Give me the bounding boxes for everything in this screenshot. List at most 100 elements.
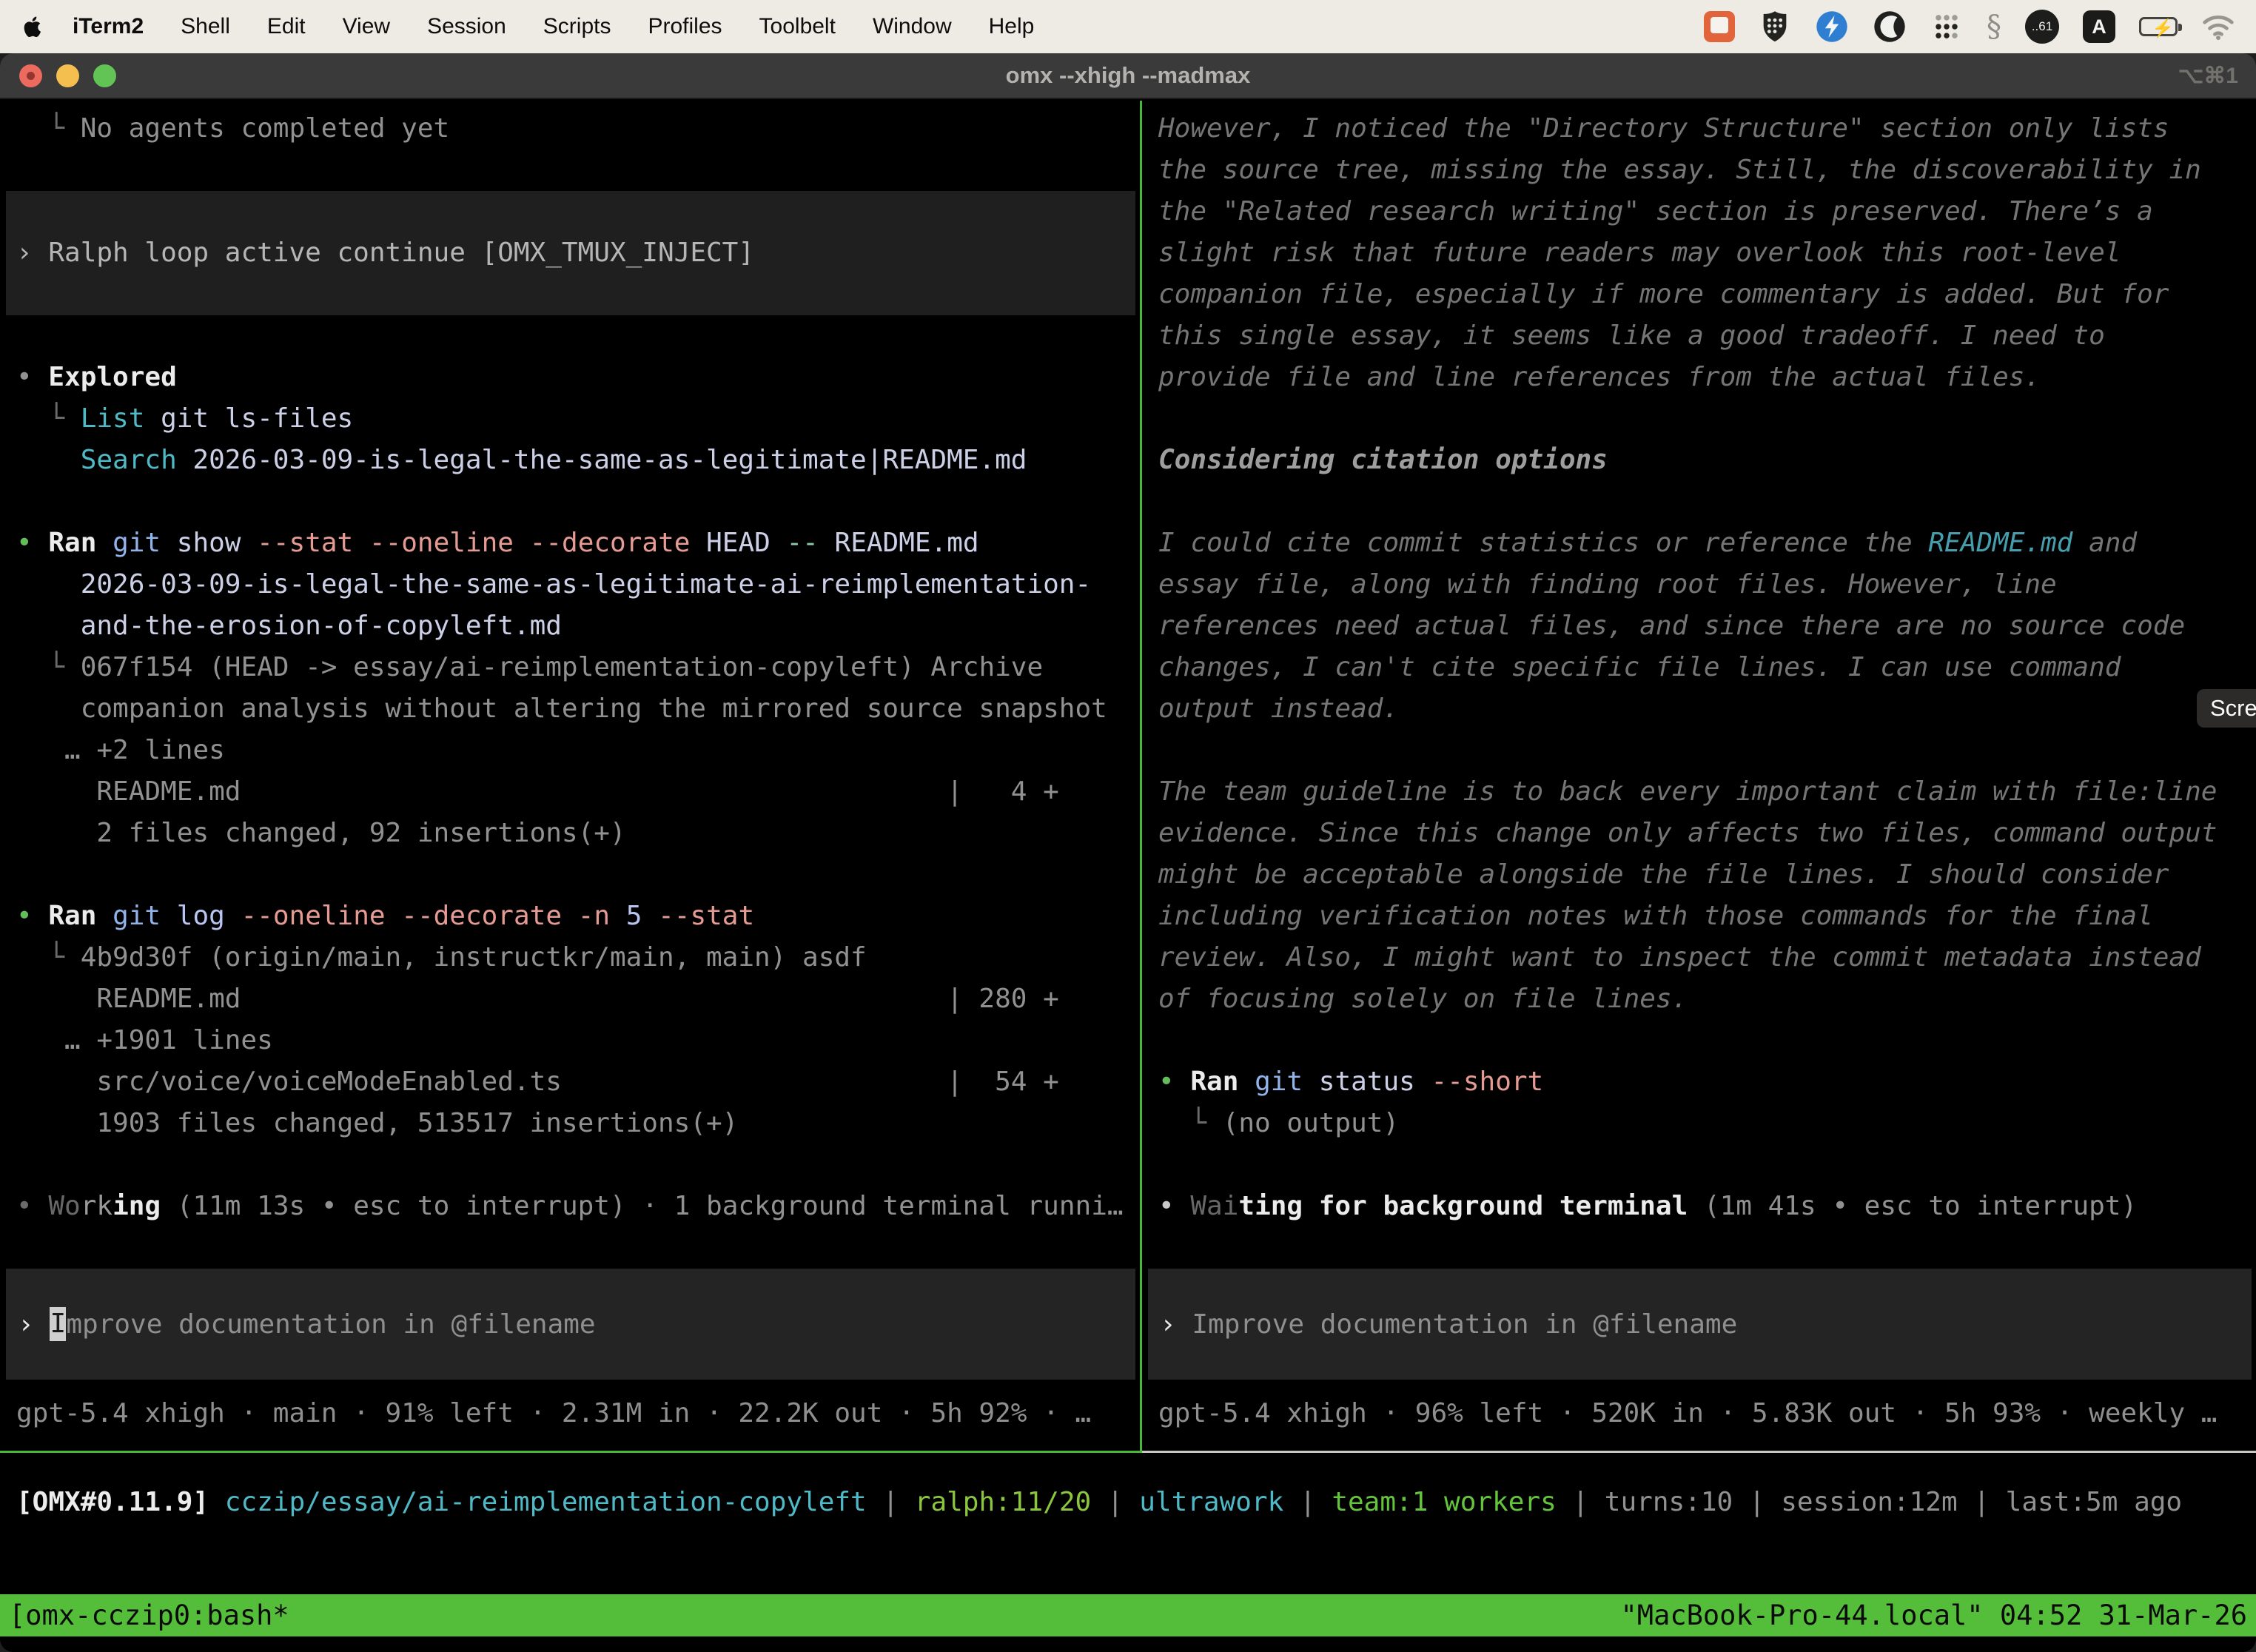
text-segment: log [161, 901, 225, 931]
prompt-input-left[interactable]: › Improve documentation in @filename [6, 1269, 1135, 1380]
omx-worktree-path: cczip/essay/ai-reimplementation-copyleft [225, 1487, 867, 1517]
text-segment: └ [16, 942, 81, 973]
moon-app-icon[interactable] [1873, 10, 1907, 44]
text-segment: README.md [1928, 528, 2072, 558]
waiting-status: • Waiting for background terminal (1m 41… [1142, 1186, 2256, 1227]
elided-lines: … +1901 lines [0, 1020, 1140, 1061]
apple-menu-icon[interactable] [21, 12, 50, 41]
omx-version: [OMX#0.11.9] [16, 1487, 209, 1517]
transcript-left-top: └ No agents completed yet [0, 108, 1140, 191]
text-segment [642, 901, 658, 931]
text-segment: --oneline [369, 528, 514, 558]
diffstat-summary: 2 files changed, 92 insertions(+) [0, 813, 1140, 854]
diffstat-line: README.md | 4 + [0, 771, 1140, 813]
omx-last-activity: last:5m ago [2006, 1487, 2182, 1517]
text-segment: README.md [819, 528, 979, 558]
text-segment: (1m 41s • esc to interrupt) [1688, 1191, 2137, 1221]
text-segment: --stat [257, 528, 353, 558]
screen-share-overlay-button[interactable]: Scre [2197, 689, 2256, 728]
text-segment: (no output) [1223, 1108, 1399, 1138]
macos-menu-bar: iTerm2 Shell Edit View Session Scripts P… [0, 0, 2256, 53]
text-segment: 4b9d30f (origin/main, instructkr/main, m… [81, 942, 867, 973]
menu-item-iterm2[interactable]: iTerm2 [73, 14, 144, 39]
text-segment: Ralph loop active continue [OMX_TMUX_INJ… [48, 238, 754, 268]
shield-app-icon[interactable] [1759, 10, 1791, 44]
chat-app-icon[interactable] [1704, 11, 1735, 42]
minimize-button[interactable] [56, 64, 79, 87]
battery-icon[interactable]: ⚡ [2139, 10, 2178, 44]
thinking-heading: Considering citation options [1142, 440, 2256, 481]
text-segment: including verification notes with those … [1158, 901, 2153, 931]
text-segment: Wo [48, 1191, 80, 1221]
text-segment: └ [16, 113, 81, 144]
input-source-icon[interactable]: A [2083, 10, 2115, 43]
text-segment: changes, I can't cite specific file line… [1158, 652, 2121, 682]
terminal-line [0, 315, 1140, 357]
terminal-line [0, 854, 1140, 896]
text-segment: HEAD [690, 528, 770, 558]
text-segment: this single essay, it seems like a good … [1158, 320, 2105, 351]
thinking-text: references need actual files, and since … [1142, 605, 2256, 647]
hook-app-icon[interactable]: § [1987, 10, 2001, 44]
diffstat-line: README.md | 280 + [0, 978, 1140, 1020]
text-segment: 2 files changed, 92 insertions(+) [16, 818, 626, 848]
menu-item-shell[interactable]: Shell [181, 14, 230, 39]
text-segment: git ls-files [144, 403, 353, 434]
tmux-status-bar[interactable]: [omx-cczip0:bash* "MacBook-Pro-44.local"… [0, 1594, 2256, 1636]
menu-item-window[interactable]: Window [873, 14, 952, 39]
text-segment: › [16, 238, 48, 268]
menu-item-help[interactable]: Help [989, 14, 1035, 39]
agent-pane-right[interactable]: However, I noticed the "Directory Struct… [1142, 101, 2256, 1451]
text-segment: evidence. Since this change only affects… [1158, 818, 2217, 848]
terminal-line [1142, 481, 2256, 523]
terminal-line [0, 1144, 1140, 1186]
thinking-text: output instead. [1142, 688, 2256, 730]
menu-item-scripts[interactable]: Scripts [543, 14, 611, 39]
menu-item-toolbelt[interactable]: Toolbelt [759, 14, 836, 39]
text-segment: 067f154 (HEAD -> essay/ai-reimplementati… [81, 652, 1043, 682]
thinking-text: review. Also, I might want to inspect th… [1142, 937, 2256, 978]
zoom-button[interactable] [93, 64, 116, 87]
text-segment: --decorate [530, 528, 691, 558]
text-segment: • [16, 528, 48, 558]
text-segment: Explored [48, 362, 176, 392]
terminal-line [0, 150, 1140, 191]
omx-mode: ultrawork [1139, 1487, 1283, 1517]
menu-item-profiles[interactable]: Profiles [648, 14, 722, 39]
window-title-bar[interactable]: omx --xhigh --madmax ⌥⌘1 [0, 53, 2256, 99]
text-segment: • [1158, 1191, 1190, 1221]
text-segment [225, 901, 241, 931]
text-segment: Ran [1190, 1067, 1238, 1097]
text-segment: 2026-03-09-is-legal-the-same-as-legitima… [16, 569, 1091, 600]
ralph-inject-banner: › Ralph loop active continue [OMX_TMUX_I… [6, 191, 1135, 315]
text-segment: show [161, 528, 241, 558]
hexagon-bolt-app-icon[interactable] [1815, 10, 1849, 44]
text-segment: src/voice/voiceModeEnabled.ts | 54 + [16, 1067, 1059, 1097]
menu-item-view[interactable]: View [343, 14, 390, 39]
agent-pane-left[interactable]: └ No agents completed yet › Ralph loop a… [0, 101, 1140, 1451]
close-button[interactable] [19, 64, 42, 87]
command-output: └ (no output) [1142, 1103, 2256, 1144]
terminal-line [0, 481, 1140, 523]
battery-stat-badge-icon[interactable]: ..61 [2025, 10, 2059, 44]
thinking-text: the "Related research writing" section i… [1142, 191, 2256, 232]
text-segment: slight risk that future readers may over… [1158, 238, 2121, 268]
tmux-session-window[interactable]: [omx-cczip0:bash* [9, 1599, 289, 1631]
text-segment: | [1091, 1487, 1139, 1517]
text-segment [96, 901, 113, 931]
text-segment: └ [16, 652, 81, 682]
dots-grid-icon[interactable] [1930, 10, 1963, 44]
menu-item-edit[interactable]: Edit [267, 14, 306, 39]
wifi-icon[interactable] [2201, 10, 2235, 44]
text-segment [209, 1487, 225, 1517]
text-segment [241, 528, 257, 558]
prompt-text: Improve documentation in @filename [1192, 1309, 1737, 1340]
prompt-input-right[interactable]: › Improve documentation in @filename [1148, 1269, 2252, 1380]
commit-line-wrap: companion analysis without altering the … [0, 688, 1140, 730]
text-segment: -n [578, 901, 610, 931]
menu-item-session[interactable]: Session [427, 14, 506, 39]
text-segment: git [1255, 1067, 1303, 1097]
text-segment: • [16, 362, 48, 392]
text-segment: Search [81, 445, 177, 475]
text-segment: companion analysis without altering the … [16, 694, 1107, 724]
